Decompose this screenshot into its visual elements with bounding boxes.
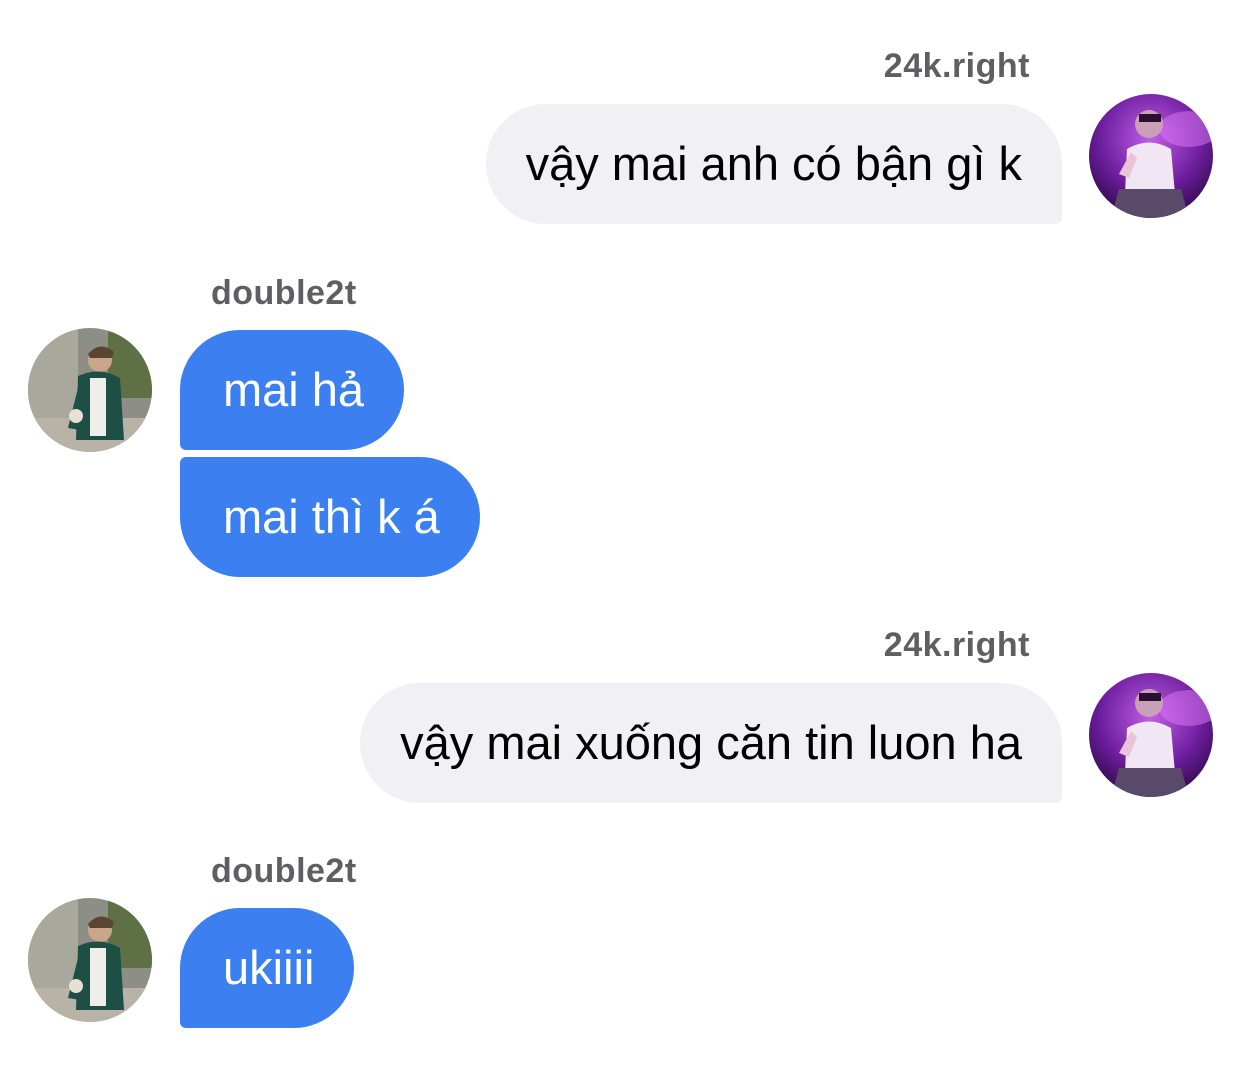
sender-name-24k-right: 24k.right (883, 47, 1030, 85)
message-bubble-outgoing[interactable]: vậy mai anh có bận gì k (485, 104, 1062, 224)
message-bubble-incoming[interactable]: mai thì k á (180, 457, 480, 577)
profile-photo-icon (28, 898, 152, 1022)
avatar-double2t[interactable] (28, 898, 152, 1022)
profile-photo-icon (1089, 673, 1213, 797)
sender-name-double2t: double2t (211, 274, 357, 312)
sender-name-double2t: double2t (211, 852, 357, 890)
message-bubble-incoming[interactable]: mai hả (180, 330, 405, 450)
avatar-24k-right[interactable] (1089, 673, 1213, 797)
sender-name-24k-right: 24k.right (883, 626, 1030, 664)
profile-photo-icon (28, 328, 152, 452)
avatar-double2t[interactable] (28, 328, 152, 452)
message-bubble-outgoing[interactable]: vậy mai xuống căn tin luon ha (360, 683, 1062, 803)
avatar-24k-right[interactable] (1089, 94, 1213, 218)
message-bubble-incoming[interactable]: ukiiii (180, 908, 355, 1028)
profile-photo-icon (1089, 94, 1213, 218)
